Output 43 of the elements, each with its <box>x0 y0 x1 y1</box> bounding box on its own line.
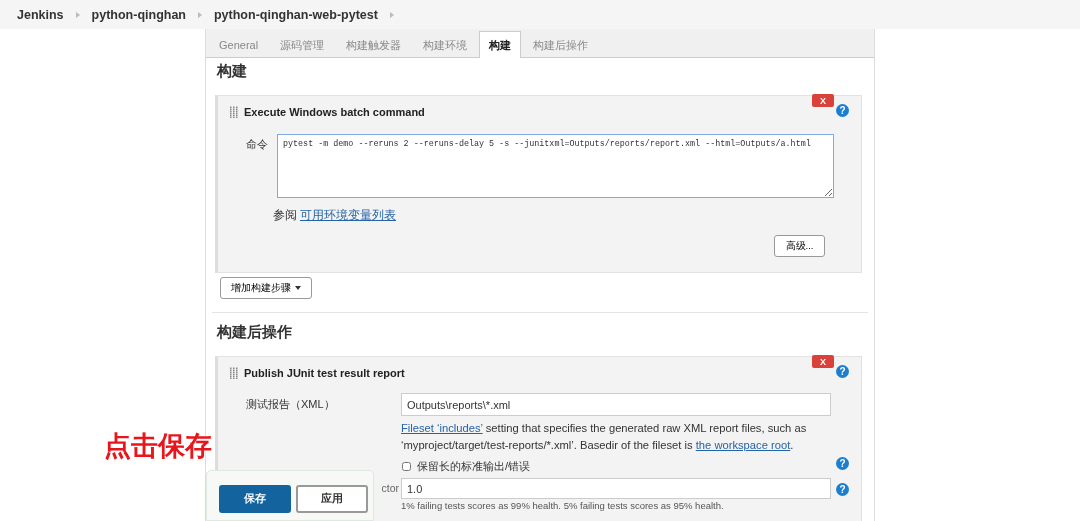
help-link[interactable]: Fileset ‘includes’ <box>401 422 483 434</box>
tab[interactable]: General <box>209 31 269 57</box>
help-button[interactable]: ? <box>836 483 849 496</box>
add-build-step-button[interactable]: 增加构建步骤 <box>220 277 312 299</box>
field-label: 命令 <box>246 137 268 152</box>
command-field[interactable]: pytest -m demo --reruns 2 --reruns-delay 5 -s --junitxml=Outputs/reports/report.xml --html=Outputs/a.html <box>277 134 834 198</box>
save-button[interactable]: 保存 <box>219 485 291 513</box>
see-also-label: 参阅 <box>273 208 297 223</box>
annotation-text: 点击保存 <box>104 429 212 463</box>
delete-button[interactable]: X <box>812 355 834 368</box>
checkbox-label: 保留长的标准输出/错误 <box>417 459 531 474</box>
section-heading: 构建 <box>217 61 248 81</box>
chevron-icon <box>196 9 204 20</box>
chevron-icon <box>73 9 82 20</box>
field-label: ctor <box>381 481 399 496</box>
tab[interactable]: 构建后操作 <box>523 31 599 57</box>
caret-icon <box>295 286 301 290</box>
delete-button[interactable]: X <box>812 94 834 107</box>
chevron-icon <box>387 9 396 20</box>
env-vars-link[interactable]: 可用环境变量列表 <box>300 208 396 223</box>
tab[interactable]: 构建 <box>479 31 522 58</box>
tab[interactable]: 源码管理 <box>270 31 335 57</box>
field-label: 测试报告（XML） <box>246 397 336 412</box>
advanced-button[interactable]: 高级... <box>774 235 825 257</box>
step-title: Publish JUnit test result report <box>244 367 405 379</box>
help-text: 1% failing tests scores as 99% health. 5% failing tests scores as 95% health. <box>401 500 725 511</box>
breadcrumb-link[interactable]: Jenkins <box>17 7 64 22</box>
report-path-field[interactable]: Outputs\reports\*.xml <box>401 393 831 416</box>
step-title: Execute Windows batch command <box>244 106 425 118</box>
drag-handle-icon <box>230 366 238 380</box>
breadcrumb-link[interactable]: python-qinghan <box>91 7 186 22</box>
tab[interactable]: 构建环境 <box>413 31 478 57</box>
help-button[interactable]: ? <box>836 365 849 378</box>
factor-field[interactable]: 1.0 <box>401 478 831 499</box>
tab[interactable]: 构建触发器 <box>336 31 412 57</box>
help-button[interactable]: ? <box>836 104 849 117</box>
apply-button[interactable]: 应用 <box>296 485 368 513</box>
checkbox[interactable] <box>402 462 411 471</box>
section-heading: 构建后操作 <box>217 322 293 342</box>
help-text: Fileset ‘includes’ setting that specifies the generated raw XML report files, such as ‘myproject/target/test-reports/*.xml’. Basedir of the fileset is the workspace root. <box>401 421 808 453</box>
breadcrumb-link[interactable]: python-qinghan-web-pytest <box>214 7 378 22</box>
drag-handle-icon <box>230 105 238 119</box>
help-button[interactable]: ? <box>836 457 849 470</box>
